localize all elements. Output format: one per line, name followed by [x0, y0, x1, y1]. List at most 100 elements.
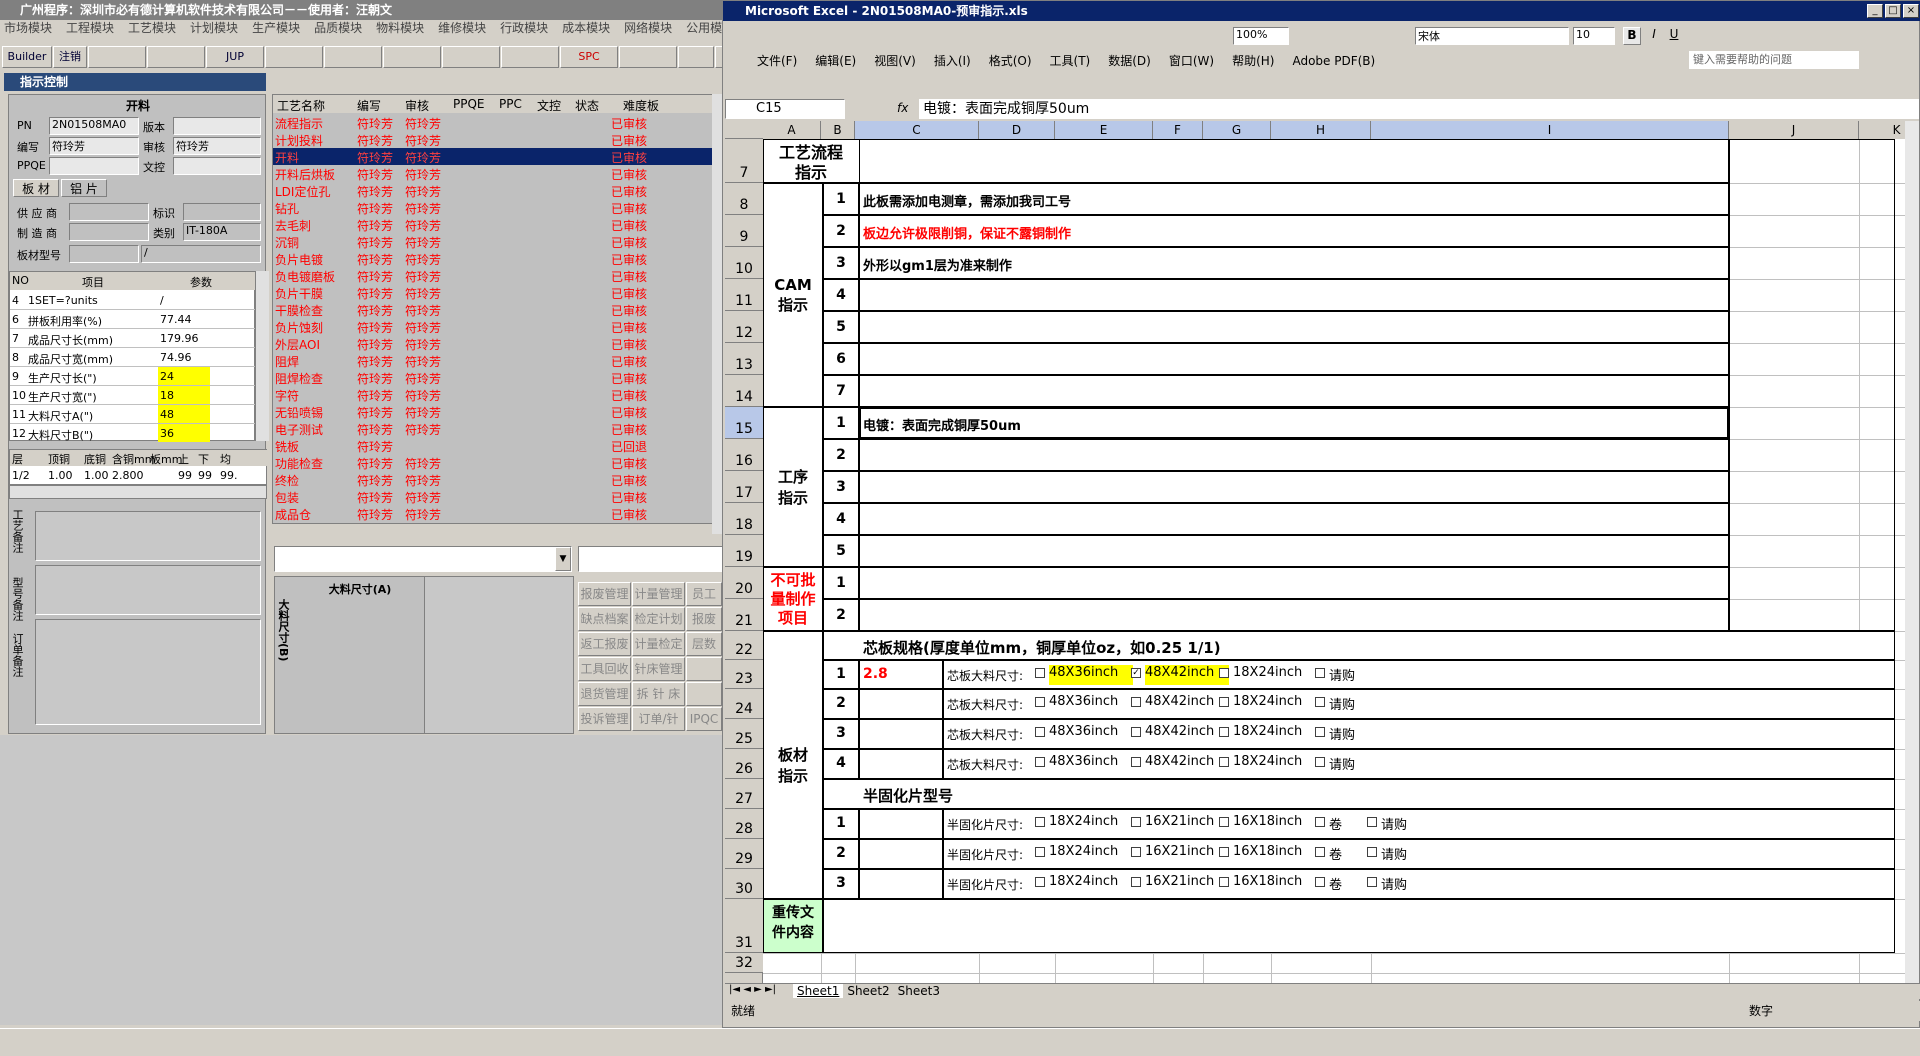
- column-header[interactable]: A: [763, 121, 821, 139]
- process-row[interactable]: 负片电镀 符玲芳 符玲芳 已审核: [273, 250, 713, 267]
- toolbar-button[interactable]: [324, 46, 382, 68]
- process-row[interactable]: 开料 符玲芳 符玲芳 已审核: [273, 148, 713, 165]
- process-row[interactable]: 负片蚀刻 符玲芳 符玲芳 已审核: [273, 318, 713, 335]
- doc-field[interactable]: [173, 157, 261, 175]
- process-row[interactable]: 开料后烘板 符玲芳 符玲芳 已审核: [273, 165, 713, 182]
- side-button[interactable]: 报废管理: [578, 582, 631, 606]
- param-value[interactable]: 36: [158, 424, 210, 442]
- model-field-a[interactable]: [69, 245, 139, 263]
- layer-cell[interactable]: 1.00: [84, 469, 109, 482]
- proc-item-text[interactable]: [863, 479, 1663, 499]
- process-row[interactable]: 计划投料 符玲芳 符玲芳 已审核: [273, 131, 713, 148]
- mark-field[interactable]: [183, 203, 261, 221]
- excel-menu-item[interactable]: 文件(F): [757, 54, 797, 68]
- core-thickness[interactable]: [863, 725, 943, 745]
- column-header[interactable]: H: [1271, 121, 1371, 139]
- app-menu-item[interactable]: 工程模块: [66, 21, 114, 35]
- process-row[interactable]: 阻焊检查 符玲芳 符玲芳 已审核: [273, 369, 713, 386]
- row-header[interactable]: 19: [725, 535, 763, 567]
- cam-item-text[interactable]: [863, 287, 1663, 307]
- row-header[interactable]: 26: [725, 749, 763, 779]
- zoom-select[interactable]: 100%: [1233, 27, 1289, 45]
- toolbar-button[interactable]: [678, 46, 714, 68]
- layer-cell[interactable]: 99.: [220, 469, 238, 482]
- checkbox[interactable]: [1035, 727, 1045, 737]
- close-button[interactable]: ×: [1903, 4, 1919, 18]
- formula-input[interactable]: 电镀：表面完成铜厚50um: [919, 99, 1919, 119]
- row-header[interactable]: 20: [725, 567, 763, 599]
- side-button[interactable]: 工具回收: [578, 657, 631, 681]
- param-value[interactable]: 18: [158, 386, 210, 404]
- row-header[interactable]: 32: [725, 953, 763, 973]
- process-row[interactable]: 钻孔 符玲芳 符玲芳 已审核: [273, 199, 713, 216]
- model-note-field[interactable]: [35, 565, 261, 615]
- side-button[interactable]: [686, 682, 722, 706]
- table-row[interactable]: 12 大料尺寸B(") 36: [10, 424, 256, 443]
- version-field[interactable]: [173, 117, 261, 135]
- excel-menu-item[interactable]: 编辑(E): [815, 54, 856, 68]
- excel-menu-item[interactable]: Adobe PDF(B): [1292, 54, 1375, 68]
- tab-aluminum[interactable]: 铝 片: [61, 179, 107, 197]
- process-row[interactable]: 无铅喷锡 符玲芳 符玲芳 已审核: [273, 403, 713, 420]
- process-row[interactable]: 干膜检查 符玲芳 符玲芳 已审核: [273, 301, 713, 318]
- app-menu-item[interactable]: 计划模块: [190, 21, 238, 35]
- excel-menu-item[interactable]: 插入(I): [934, 54, 971, 68]
- side-button[interactable]: 检定计划: [632, 607, 685, 631]
- row-header[interactable]: 13: [725, 343, 763, 375]
- auditor-field[interactable]: 符玲芳: [173, 137, 261, 155]
- process-row[interactable]: 铣板 符玲芳 已回退: [273, 437, 713, 454]
- core-thickness[interactable]: 2.8: [863, 666, 943, 686]
- cam-item-text[interactable]: [863, 319, 1663, 339]
- editor-field[interactable]: 符玲芳: [49, 137, 139, 155]
- checkbox[interactable]: [1315, 847, 1325, 857]
- checkbox[interactable]: [1367, 817, 1377, 827]
- column-header[interactable]: B: [821, 121, 855, 139]
- row-header[interactable]: 14: [725, 375, 763, 407]
- row-header[interactable]: 17: [725, 471, 763, 503]
- app-menu-item[interactable]: 维修模块: [438, 21, 486, 35]
- excel-menu-item[interactable]: 视图(V): [874, 54, 916, 68]
- table-row[interactable]: 9 生产尺寸长(") 24: [10, 367, 256, 386]
- toolbar-button[interactable]: JUP: [206, 46, 264, 68]
- toolbar-button[interactable]: [619, 46, 677, 68]
- param-value[interactable]: 179.96: [158, 329, 210, 347]
- checkbox[interactable]: [1219, 697, 1229, 707]
- core-thickness[interactable]: [863, 695, 943, 715]
- checkbox[interactable]: [1131, 877, 1141, 887]
- maximize-button[interactable]: □: [1885, 4, 1901, 18]
- layer-cell[interactable]: 1.00: [48, 469, 73, 482]
- param-value[interactable]: /: [158, 291, 210, 309]
- column-header[interactable]: F: [1153, 121, 1203, 139]
- supplier-field[interactable]: [69, 203, 149, 221]
- process-row[interactable]: 负片干膜 符玲芳 符玲芳 已审核: [273, 284, 713, 301]
- cam-item-text[interactable]: 板边允许极限削铜，保证不露铜制作: [863, 223, 1663, 243]
- process-row[interactable]: 终检 符玲芳 符玲芳 已审核: [273, 471, 713, 488]
- column-header[interactable]: C: [855, 121, 979, 139]
- process-row[interactable]: 电子测试 符玲芳 符玲芳 已审核: [273, 420, 713, 437]
- table-row[interactable]: 10 生产尺寸宽(") 18: [10, 386, 256, 405]
- column-header[interactable]: J: [1729, 121, 1859, 139]
- pn-field[interactable]: 2N01508MA0: [49, 117, 139, 135]
- checkbox[interactable]: [1131, 727, 1141, 737]
- toolbar-button[interactable]: 注销: [53, 46, 87, 68]
- toolbar-button[interactable]: [501, 46, 559, 68]
- column-header[interactable]: K: [1859, 121, 1905, 139]
- font-select[interactable]: 宋体: [1415, 27, 1569, 45]
- excel-menu-item[interactable]: 数据(D): [1108, 54, 1151, 68]
- checkbox[interactable]: [1219, 877, 1229, 887]
- tab-nav-icon[interactable]: |◄ ◄ ► ►|: [729, 984, 776, 995]
- process-row[interactable]: 字符 符玲芳 符玲芳 已审核: [273, 386, 713, 403]
- model-field-b[interactable]: /: [141, 245, 261, 263]
- param-scrollbar[interactable]: [255, 271, 269, 441]
- param-value[interactable]: 77.44: [158, 310, 210, 328]
- layer-cell[interactable]: 2.800: [112, 469, 144, 482]
- app-menu-item[interactable]: 公用模: [686, 21, 722, 35]
- name-box[interactable]: C15: [725, 99, 845, 119]
- sheet-tab[interactable]: Sheet2: [843, 984, 893, 998]
- cam-item-text[interactable]: [863, 383, 1663, 403]
- layer-cell[interactable]: 99: [198, 469, 212, 482]
- side-button[interactable]: 拆 针 床: [632, 682, 685, 706]
- checkbox[interactable]: [1219, 847, 1229, 857]
- app-menu-item[interactable]: 工艺模块: [128, 21, 176, 35]
- toolbar-button[interactable]: [383, 46, 441, 68]
